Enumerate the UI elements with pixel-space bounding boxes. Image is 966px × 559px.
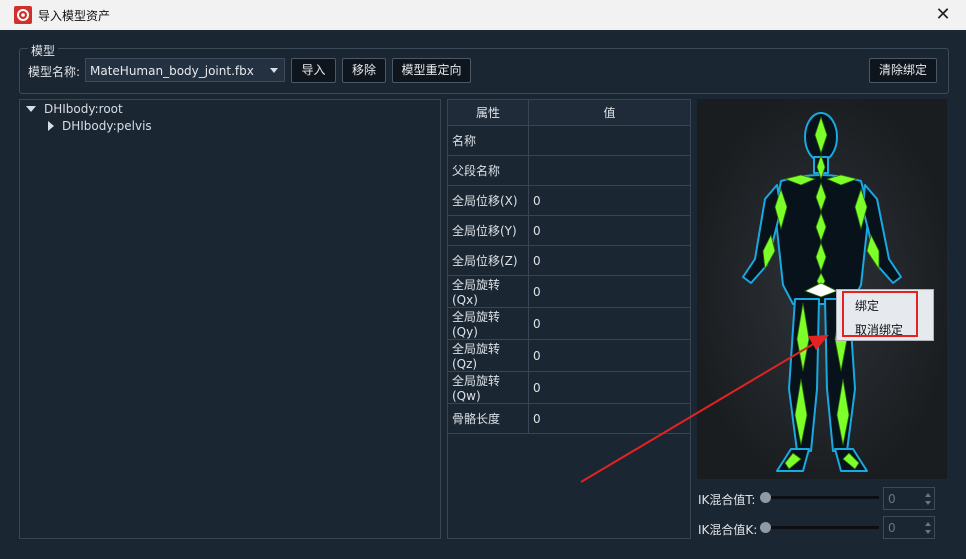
property-name: 全局旋转(Qx) bbox=[447, 275, 529, 308]
remove-button[interactable]: 移除 bbox=[342, 58, 386, 83]
table-row[interactable]: 全局位移(Z) 0 bbox=[447, 245, 691, 276]
property-name: 全局位移(Y) bbox=[447, 215, 529, 246]
model-group-title: 模型 bbox=[28, 42, 59, 59]
attribute-column-header[interactable]: 属性 bbox=[447, 99, 529, 126]
expand-right-icon[interactable] bbox=[48, 121, 54, 131]
clear-binding-button[interactable]: 清除绑定 bbox=[869, 58, 937, 83]
app-logo-icon bbox=[14, 6, 32, 24]
property-value[interactable]: 0 bbox=[528, 275, 691, 308]
table-row[interactable]: 全局旋转(Qz) 0 bbox=[447, 339, 691, 372]
ik-blend-k-label: IK混合值K: bbox=[698, 523, 758, 537]
context-menu: 绑定 取消绑定 bbox=[836, 289, 934, 341]
property-value[interactable]: 0 bbox=[528, 403, 691, 434]
tree-item-label: DHIbody:root bbox=[44, 102, 123, 116]
table-row[interactable]: 全局旋转(Qw) 0 bbox=[447, 371, 691, 404]
ik-blend-t-slider[interactable] bbox=[765, 496, 879, 499]
property-name: 名称 bbox=[447, 125, 529, 156]
table-row[interactable]: 全局旋转(Qx) 0 bbox=[447, 275, 691, 308]
ik-blend-k-slider[interactable] bbox=[765, 526, 879, 529]
table-row[interactable]: 名称 bbox=[447, 125, 691, 156]
arrow-down-icon[interactable] bbox=[925, 501, 931, 505]
title-bar: 导入模型资产 ✕ bbox=[0, 0, 966, 30]
arrow-down-icon[interactable] bbox=[925, 530, 931, 534]
ik-blend-t-spinbox[interactable]: 0 bbox=[883, 487, 935, 510]
close-icon[interactable]: ✕ bbox=[934, 4, 952, 26]
tree-item-pelvis[interactable]: DHIbody:pelvis bbox=[48, 119, 152, 133]
arrow-up-icon[interactable] bbox=[925, 493, 931, 497]
property-value[interactable]: 0 bbox=[528, 371, 691, 404]
property-value[interactable]: 0 bbox=[528, 339, 691, 372]
property-name: 骨骼长度 bbox=[447, 403, 529, 434]
spin-value: 0 bbox=[888, 492, 896, 506]
bind-menu-item[interactable]: 绑定 bbox=[855, 297, 879, 314]
property-name: 全局旋转(Qw) bbox=[447, 371, 529, 404]
property-value[interactable] bbox=[528, 155, 691, 186]
spin-value: 0 bbox=[888, 521, 896, 535]
table-row[interactable]: 全局位移(X) 0 bbox=[447, 185, 691, 216]
table-row[interactable]: 骨骼长度 0 bbox=[447, 403, 691, 434]
property-value[interactable]: 0 bbox=[528, 215, 691, 246]
slider-handle[interactable] bbox=[760, 522, 771, 533]
skeleton-tree[interactable]: DHIbody:root DHIbody:pelvis bbox=[19, 99, 441, 539]
property-name: 全局旋转(Qz) bbox=[447, 339, 529, 372]
tree-item-root[interactable]: DHIbody:root bbox=[26, 102, 123, 116]
property-name: 全局旋转(Qy) bbox=[447, 307, 529, 340]
property-value[interactable]: 0 bbox=[528, 245, 691, 276]
property-value[interactable] bbox=[528, 125, 691, 156]
ik-blend-t-label: IK混合值T: bbox=[698, 493, 756, 507]
model-name-value: MateHuman_body_joint.fbx bbox=[90, 64, 254, 78]
chevron-down-icon bbox=[270, 68, 278, 73]
retarget-button[interactable]: 模型重定向 bbox=[392, 58, 471, 83]
window-title: 导入模型资产 bbox=[38, 9, 111, 23]
expand-down-icon[interactable] bbox=[26, 106, 36, 112]
property-name: 全局位移(Z) bbox=[447, 245, 529, 276]
import-button[interactable]: 导入 bbox=[291, 58, 336, 83]
property-value[interactable]: 0 bbox=[528, 185, 691, 216]
table-row[interactable]: 父段名称 bbox=[447, 155, 691, 186]
properties-table: 属性 值 名称 父段名称 全局位移(X) 0 全局位移(Y) 0 全局位移(Z) 0 … bbox=[447, 99, 691, 434]
ik-blend-k-spinbox[interactable]: 0 bbox=[883, 516, 935, 539]
model-name-label: 模型名称: bbox=[28, 65, 81, 79]
slider-handle[interactable] bbox=[760, 492, 771, 503]
unbind-menu-item[interactable]: 取消绑定 bbox=[855, 321, 903, 338]
table-row[interactable]: 全局旋转(Qy) 0 bbox=[447, 307, 691, 340]
tree-item-label: DHIbody:pelvis bbox=[62, 119, 152, 133]
arrow-up-icon[interactable] bbox=[925, 522, 931, 526]
table-row[interactable]: 全局位移(Y) 0 bbox=[447, 215, 691, 246]
property-value[interactable]: 0 bbox=[528, 307, 691, 340]
value-column-header[interactable]: 值 bbox=[528, 99, 691, 126]
property-name: 父段名称 bbox=[447, 155, 529, 186]
import-model-asset-dialog: 导入模型资产 ✕ 模型 模型名称: MateHuman_body_joint.f… bbox=[0, 0, 966, 559]
property-name: 全局位移(X) bbox=[447, 185, 529, 216]
model-name-select[interactable]: MateHuman_body_joint.fbx bbox=[85, 58, 285, 82]
